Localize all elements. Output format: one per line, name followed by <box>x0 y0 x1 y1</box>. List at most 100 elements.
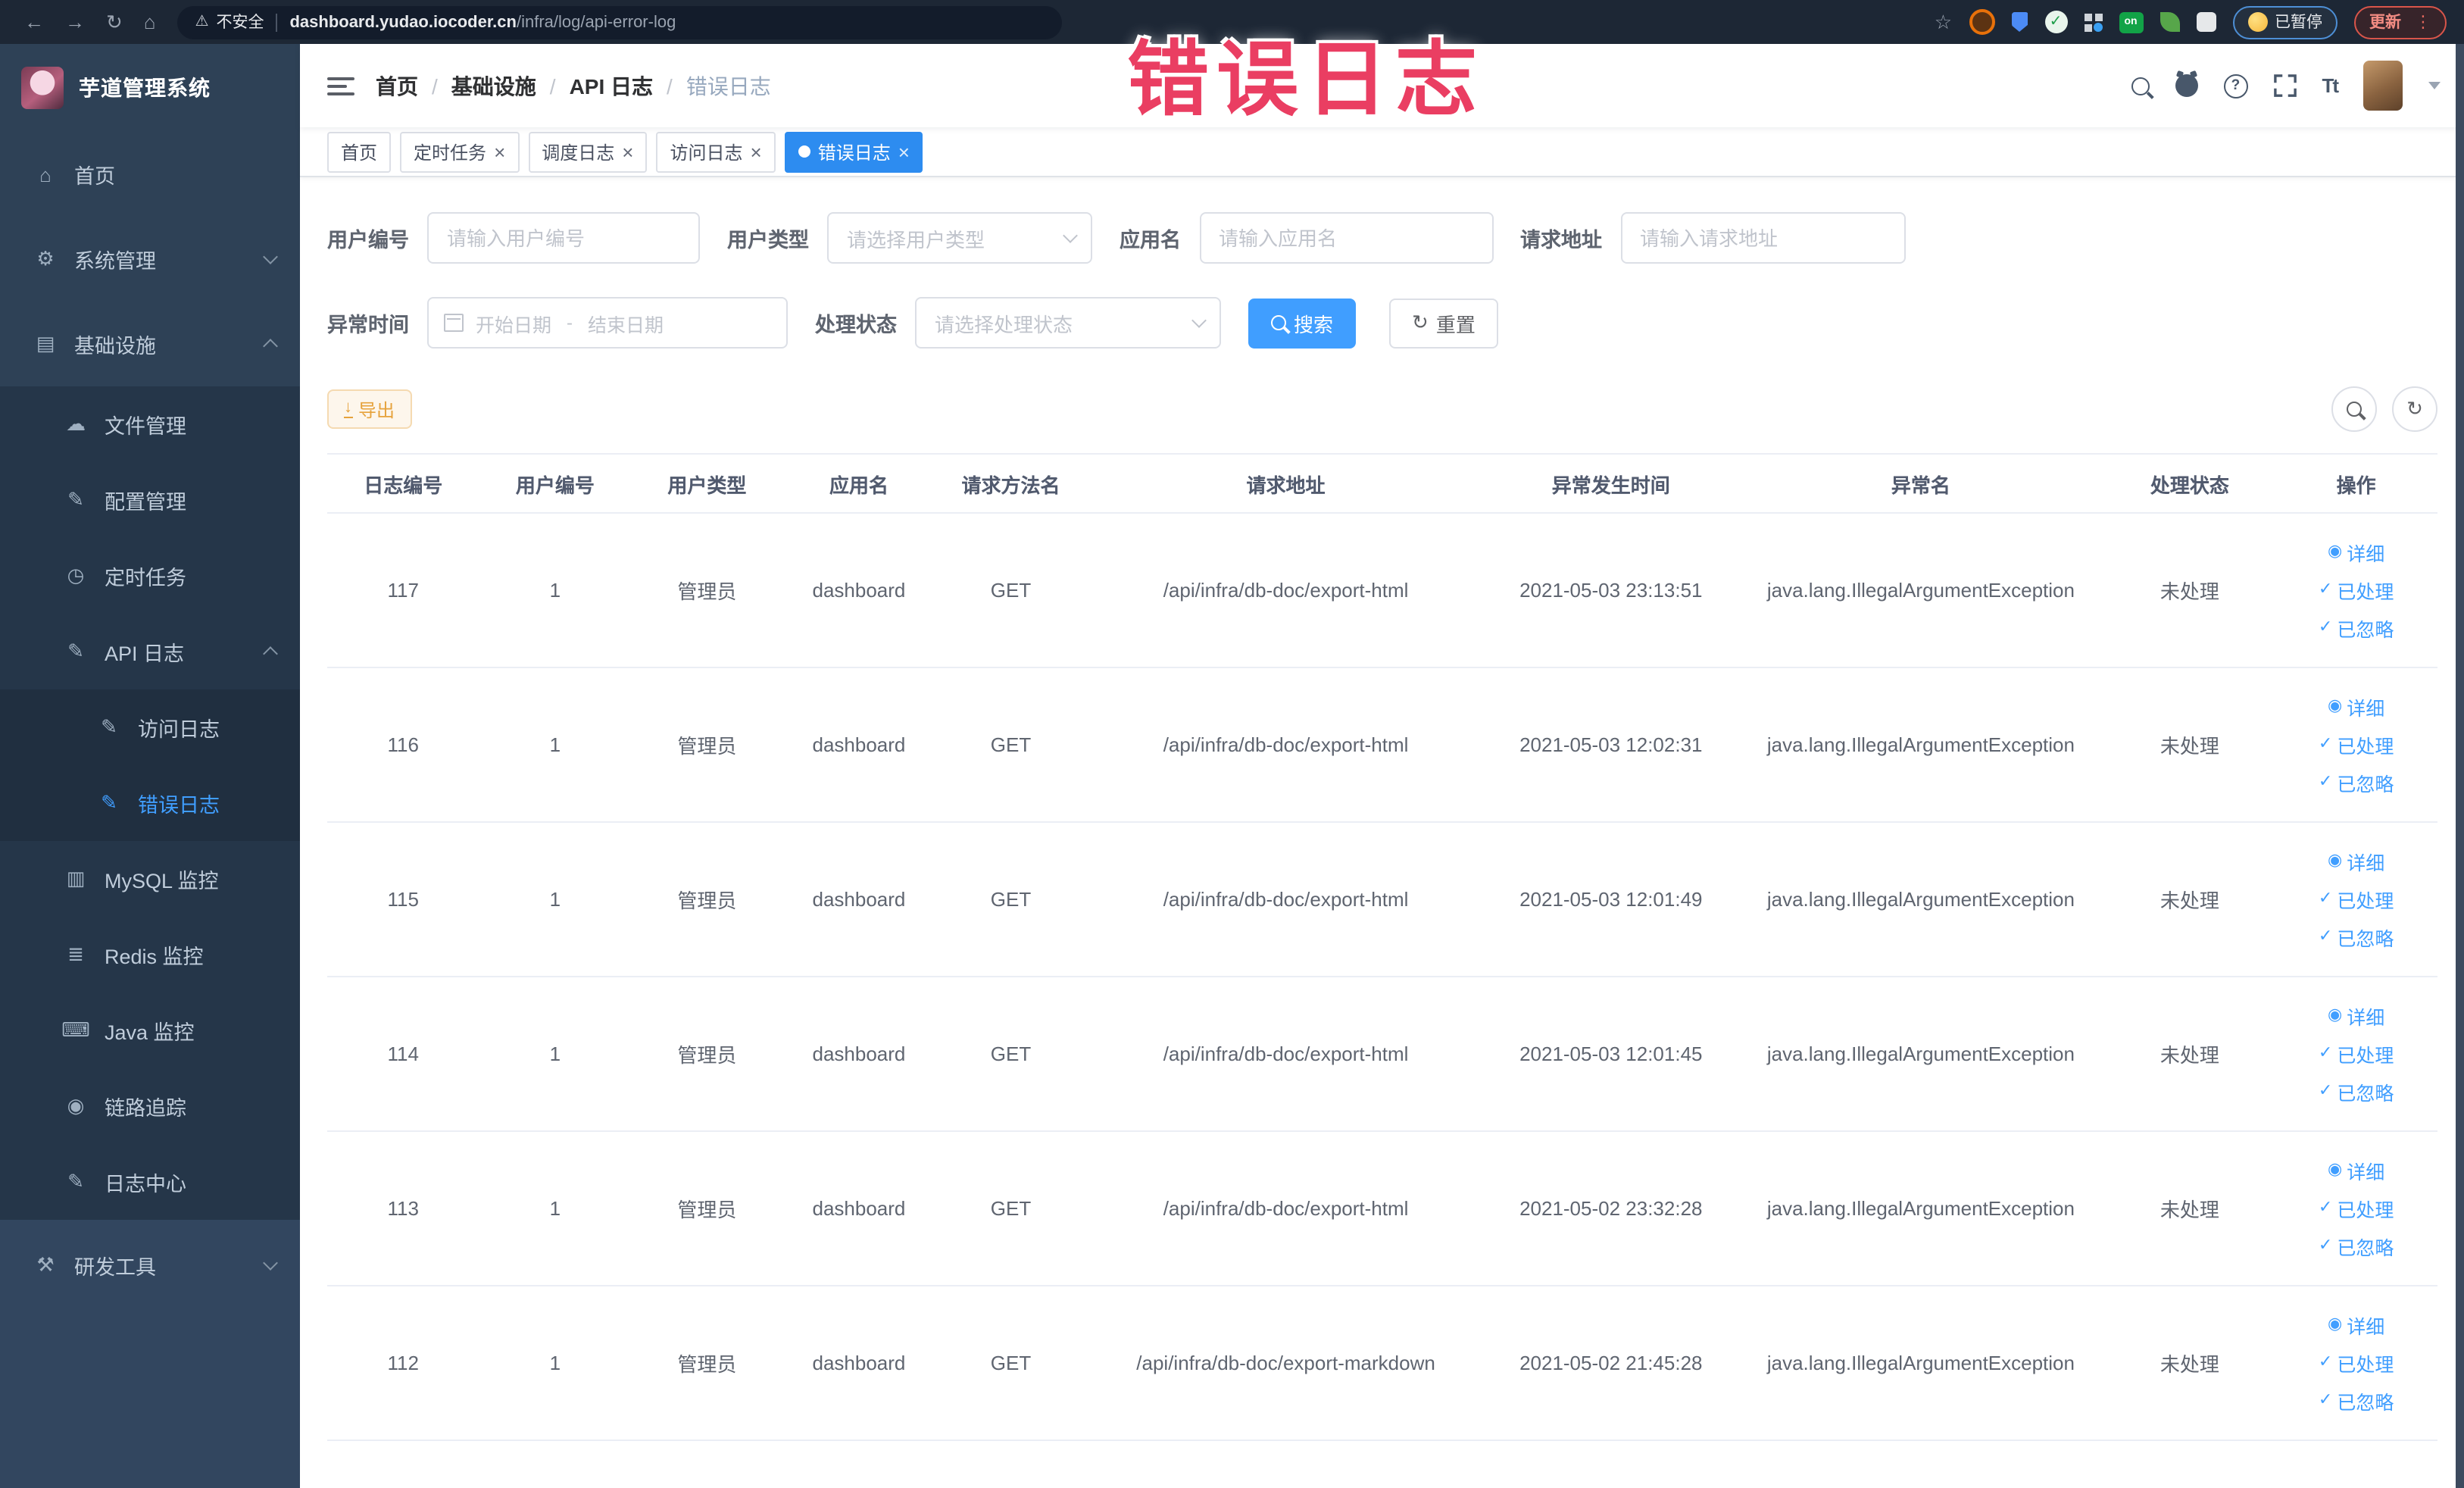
page-tag-首页[interactable]: 首页 <box>327 131 392 172</box>
address-bar[interactable]: ⚠ 不安全 dashboard.yudao.iocoder.cn/infra/l… <box>176 5 1062 39</box>
browser-update-button[interactable]: 更新 ⋮ <box>2354 5 2447 39</box>
table-row: 114 1 管理员 dashboard GET /api/infra/db-do… <box>327 977 2437 1132</box>
app-title: 芋道管理系统 <box>79 76 211 100</box>
refresh-table-button[interactable]: ↻ <box>2392 386 2437 432</box>
breadcrumb-item-api-log[interactable]: API 日志 <box>536 70 653 101</box>
detail-link[interactable]: ◉ 详细 <box>2328 847 2384 876</box>
sidebar-item-system[interactable]: ⚙ 系统管理 <box>0 217 300 302</box>
bookmark-star-icon[interactable]: ☆ <box>1935 0 1952 44</box>
back-icon[interactable]: ← <box>24 0 44 44</box>
cell-exception-name: java.lang.IllegalArgumentException <box>1737 1286 2105 1441</box>
sidebar-item-file[interactable]: ☁ 文件管理 <box>0 386 300 462</box>
ignored-link[interactable]: ✓ 已忽略 <box>2319 768 2394 797</box>
update-label: 更新 <box>2369 14 2401 32</box>
browser-home-icon[interactable]: ⌂ <box>144 0 156 44</box>
reset-button[interactable]: ↻ 重置 <box>1389 298 1498 348</box>
sidebar-item-java[interactable]: ⌨ Java 监控 <box>0 993 300 1068</box>
close-icon[interactable]: × <box>494 142 505 161</box>
search-icon[interactable] <box>2131 77 2150 95</box>
ignored-link[interactable]: ✓ 已忽略 <box>2319 1386 2394 1415</box>
sidebar-item-job[interactable]: ◷ 定时任务 <box>0 538 300 614</box>
sidebar-item-log-center[interactable]: ✎ 日志中心 <box>0 1144 300 1220</box>
user-type-label: 用户类型 <box>727 229 809 252</box>
calendar-icon <box>444 314 464 332</box>
processed-link[interactable]: ✓ 已处理 <box>2319 1194 2394 1223</box>
request-url-input[interactable] <box>1620 212 1905 264</box>
sidebar-collapse-button[interactable] <box>327 77 354 95</box>
check-icon: ✓ <box>2318 889 2333 908</box>
sidebar-item-redis[interactable]: ≣ Redis 监控 <box>0 917 300 993</box>
page-tag-错误日志[interactable]: 错误日志 × <box>784 131 923 172</box>
sidebar-item-infra[interactable]: ▤ 基础设施 <box>0 302 300 386</box>
table-row: 115 1 管理员 dashboard GET /api/infra/db-do… <box>327 822 2437 977</box>
extension-on-badge-icon[interactable]: on <box>2119 11 2143 33</box>
search-button[interactable]: 搜索 <box>1248 298 1357 348</box>
processed-link[interactable]: ✓ 已处理 <box>2319 576 2394 605</box>
close-icon[interactable]: × <box>898 142 910 161</box>
cell-exception-time: 2021-05-03 12:01:45 <box>1485 977 1738 1132</box>
font-size-icon[interactable]: Tt <box>2322 74 2339 97</box>
infrastructure-icon: ▤ <box>36 332 55 355</box>
sidebar-item-home[interactable]: ⌂ 首页 <box>0 132 300 217</box>
user-type-select[interactable]: 请选择用户类型 <box>827 212 1092 264</box>
sidebar-item-api-log[interactable]: ✎ API 日志 <box>0 614 300 689</box>
fullscreen-icon[interactable] <box>2273 74 2297 97</box>
detail-link[interactable]: ◉ 详细 <box>2328 1002 2384 1030</box>
ignored-link[interactable]: ✓ 已忽略 <box>2319 1077 2394 1106</box>
sidebar-item-dev-tools[interactable]: ⚒ 研发工具 <box>0 1223 300 1308</box>
ignored-link[interactable]: ✓ 已忽略 <box>2319 923 2394 952</box>
extension-shield-icon[interactable] <box>2011 12 2028 32</box>
top-navbar: 首页 基础设施 API 日志 错误日志 ? Tt <box>300 44 2464 127</box>
processed-link[interactable]: ✓ 已处理 <box>2319 730 2394 759</box>
ignored-link[interactable]: ✓ 已忽略 <box>2319 614 2394 642</box>
profile-paused-badge[interactable]: 已暂停 <box>2232 5 2338 39</box>
breadcrumb-item-infra[interactable]: 基础设施 <box>418 70 536 101</box>
column-header: 请求地址 <box>1086 454 1485 514</box>
column-header: 用户类型 <box>631 454 783 514</box>
breadcrumb-item-home[interactable]: 首页 <box>376 70 418 101</box>
toggle-search-button[interactable] <box>2331 386 2377 432</box>
extension-green-check-icon[interactable] <box>2044 11 2067 33</box>
ignored-link[interactable]: ✓ 已忽略 <box>2319 1232 2394 1261</box>
sidebar-item-label: 日志中心 <box>105 1173 186 1196</box>
processed-link[interactable]: ✓ 已处理 <box>2319 885 2394 914</box>
page-tag-访问日志[interactable]: 访问日志 × <box>656 131 776 172</box>
extension-orange-icon[interactable] <box>1969 9 1994 35</box>
extension-leaf-icon[interactable] <box>2160 12 2179 32</box>
close-icon[interactable]: × <box>751 142 762 161</box>
sidebar-item-error-log[interactable]: ✎ 错误日志 <box>0 765 300 841</box>
detail-link[interactable]: ◉ 详细 <box>2328 1311 2384 1340</box>
date-range-picker[interactable]: 开始日期 - 结束日期 <box>427 297 788 349</box>
detail-link[interactable]: ◉ 详细 <box>2328 1156 2384 1185</box>
detail-link[interactable]: ◉ 详细 <box>2328 538 2384 567</box>
forward-icon[interactable]: → <box>65 0 85 44</box>
user-id-input[interactable] <box>427 212 700 264</box>
extensions-puzzle-icon[interactable] <box>2196 12 2216 32</box>
user-avatar[interactable] <box>2363 61 2403 111</box>
page-tag-定时任务[interactable]: 定时任务 × <box>400 131 520 172</box>
check-icon: ✓ <box>2318 1236 2333 1255</box>
page-scrollbar[interactable] <box>2456 44 2464 1488</box>
process-status-select[interactable]: 请选择处理状态 <box>915 297 1221 349</box>
processed-link[interactable]: ✓ 已处理 <box>2319 1349 2394 1377</box>
sidebar-item-mysql[interactable]: ▥ MySQL 监控 <box>0 841 300 917</box>
export-button[interactable]: ↓ 导出 <box>327 389 412 429</box>
sidebar-item-tracer[interactable]: ◉ 链路追踪 <box>0 1068 300 1144</box>
processed-link[interactable]: ✓ 已处理 <box>2319 1039 2394 1068</box>
sidebar-item-access-log[interactable]: ✎ 访问日志 <box>0 689 300 765</box>
chevron-down-icon[interactable] <box>2428 82 2441 89</box>
reload-icon[interactable]: ↻ <box>106 0 123 44</box>
help-icon[interactable]: ? <box>2223 73 2248 98</box>
github-icon[interactable] <box>2175 74 2198 97</box>
cell-log-id: 113 <box>327 1131 479 1286</box>
app-name-input[interactable] <box>1199 212 1493 264</box>
sidebar-item-config[interactable]: ✎ 配置管理 <box>0 462 300 538</box>
browser-menu-icon[interactable]: ⋮ <box>2415 12 2431 32</box>
refresh-icon: ↻ <box>1412 311 1429 333</box>
extension-grid-icon[interactable] <box>2084 13 2102 31</box>
page-tag-调度日志[interactable]: 调度日志 × <box>528 131 648 172</box>
app-logo[interactable]: 芋道管理系统 <box>0 44 300 132</box>
eye-icon: ◉ <box>2328 697 2343 715</box>
close-icon[interactable]: × <box>622 142 633 161</box>
detail-link[interactable]: ◉ 详细 <box>2328 692 2384 721</box>
